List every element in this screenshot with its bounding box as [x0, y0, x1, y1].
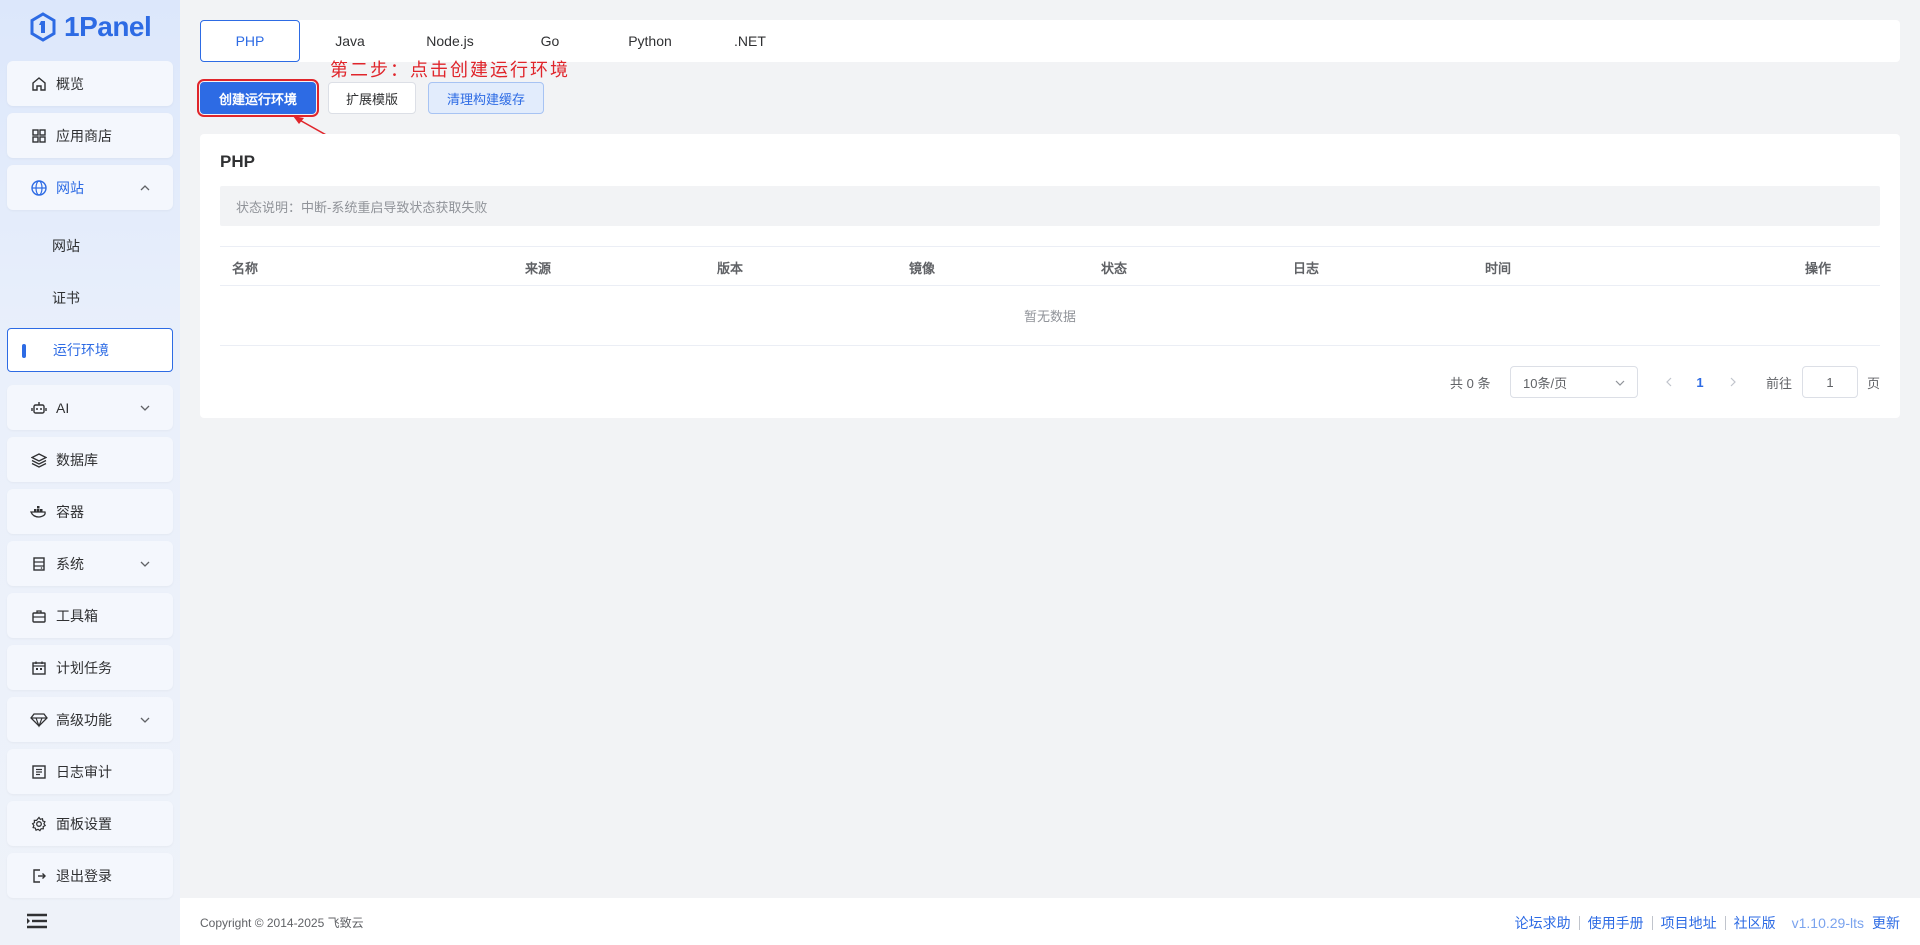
grid-icon	[30, 127, 48, 145]
sidebar-subitem-certificate[interactable]: 证书	[7, 276, 173, 320]
sidebar-item-label: 面板设置	[56, 815, 112, 832]
sidebar-item-cronjob[interactable]: 计划任务	[7, 645, 173, 690]
chevron-down-icon	[1615, 380, 1625, 386]
logo[interactable]: 1Panel	[28, 10, 152, 44]
sidebar-item-label: 网站	[56, 179, 84, 196]
sidebar-subitem-runtime[interactable]: 运行环境	[7, 328, 173, 372]
sidebar-item-logout[interactable]: 退出登录	[7, 853, 173, 898]
sidebar-item-label: 数据库	[56, 451, 98, 468]
chevron-left-icon	[1666, 377, 1672, 387]
sidebar-item-log-audit[interactable]: 日志审计	[7, 749, 173, 794]
sidebar-item-overview[interactable]: 概览	[7, 61, 173, 106]
sidebar-subitem-label: 运行环境	[53, 342, 109, 358]
annotation-text: 第二步：点击创建运行环境	[330, 60, 570, 81]
sidebar-item-app-store[interactable]: 应用商店	[7, 113, 173, 158]
clean-build-cache-button[interactable]: 清理构建缓存	[428, 82, 544, 114]
column-header-name[interactable]: 名称	[232, 247, 258, 287]
server-icon	[30, 555, 48, 573]
footer: Copyright © 2014-2025 飞致云 论坛求助 使用手册 项目地址…	[180, 898, 1920, 945]
log-icon	[30, 763, 48, 781]
sidebar-item-label: 概览	[56, 75, 84, 92]
update-link[interactable]: 更新	[1872, 913, 1900, 933]
forum-link[interactable]: 论坛求助	[1507, 916, 1580, 930]
runtime-panel: PHP 状态说明：中断-系统重启导致状态获取失败 名称 来源 版本 镜像 状态 …	[200, 134, 1900, 418]
page-size-value: 10条/页	[1523, 375, 1568, 391]
page-suffix: 页	[1867, 375, 1881, 391]
sidebar-item-label: 工具箱	[56, 607, 98, 624]
logo-icon	[30, 12, 56, 42]
layers-icon	[30, 451, 48, 469]
robot-icon	[30, 399, 48, 417]
empty-state: 暂无数据	[220, 286, 1880, 346]
chevron-down-icon	[140, 717, 150, 723]
sidebar-item-label: AI	[56, 399, 70, 416]
diamond-icon	[30, 711, 48, 729]
goto-page-input[interactable]: 1	[1802, 366, 1858, 398]
sidebar-item-system[interactable]: 系统	[7, 541, 173, 586]
sidebar-item-settings[interactable]: 面板设置	[7, 801, 173, 846]
column-header-status[interactable]: 状态	[1101, 247, 1127, 287]
version-text: v1.10.29-lts	[1791, 915, 1864, 931]
chevron-up-icon	[140, 184, 150, 190]
sidebar-item-label: 应用商店	[56, 127, 112, 144]
chevron-down-icon	[140, 405, 150, 411]
page-size-select[interactable]: 10条/页	[1510, 366, 1638, 398]
copyright: Copyright © 2014-2025 飞致云	[200, 916, 364, 930]
column-header-actions: 操作	[1805, 260, 1832, 276]
column-header-source[interactable]: 来源	[525, 247, 551, 287]
home-icon	[30, 75, 48, 93]
edition-link[interactable]: 社区版	[1726, 916, 1784, 930]
globe-icon	[30, 179, 48, 197]
column-header-version[interactable]: 版本	[717, 247, 743, 287]
sidebar-item-website[interactable]: 网站	[7, 165, 173, 210]
panel-title: PHP	[220, 152, 255, 171]
sidebar-item-label: 计划任务	[56, 659, 112, 676]
sidebar-item-ai[interactable]: AI	[7, 385, 173, 430]
logout-icon	[30, 867, 48, 885]
tab-python[interactable]: Python	[600, 20, 700, 62]
sidebar-item-label: 系统	[56, 555, 84, 572]
sidebar-subitem-label: 证书	[52, 290, 80, 306]
tab-dotnet[interactable]: .NET	[700, 20, 800, 62]
sidebar-item-advanced[interactable]: 高级功能	[7, 697, 173, 742]
column-header-log[interactable]: 日志	[1293, 247, 1319, 287]
sidebar-item-label: 高级功能	[56, 711, 112, 728]
sidebar-item-toolbox[interactable]: 工具箱	[7, 593, 173, 638]
collapse-menu-icon[interactable]	[26, 912, 48, 930]
sidebar-item-label: 容器	[56, 503, 84, 520]
page-number-current[interactable]: 1	[1690, 366, 1710, 398]
project-link[interactable]: 项目地址	[1653, 916, 1726, 930]
footer-links: 论坛求助 使用手册 项目地址 社区版 v1.10.29-lts 更新	[1507, 913, 1900, 933]
prev-page-button[interactable]	[1659, 366, 1679, 398]
sidebar-item-database[interactable]: 数据库	[7, 437, 173, 482]
docker-icon	[30, 503, 48, 521]
next-page-button[interactable]	[1723, 366, 1743, 398]
sidebar-item-container[interactable]: 容器	[7, 489, 173, 534]
manual-link[interactable]: 使用手册	[1580, 916, 1653, 930]
logo-text: 1Panel	[64, 11, 152, 42]
sidebar: 1Panel 概览 应用商店 网站 网站 证书 运行环境 AI 数据库 容器 系…	[0, 0, 180, 945]
goto-label: 前往	[1766, 375, 1793, 391]
column-header-image[interactable]: 镜像	[909, 247, 935, 287]
sidebar-subitem-website[interactable]: 网站	[7, 224, 173, 268]
create-runtime-button[interactable]: 创建运行环境	[197, 79, 319, 117]
column-header-time[interactable]: 时间	[1485, 247, 1511, 287]
sidebar-subitem-label: 网站	[52, 238, 80, 254]
chevron-down-icon	[140, 561, 150, 567]
active-indicator	[22, 344, 26, 358]
sidebar-item-label: 日志审计	[56, 763, 112, 780]
calendar-icon	[30, 659, 48, 677]
sidebar-item-label: 退出登录	[56, 867, 112, 884]
pagination-total: 共 0 条	[1450, 375, 1491, 391]
tab-php[interactable]: PHP	[200, 20, 300, 62]
table-header: 名称 来源 版本 镜像 状态 日志 时间 操作	[220, 246, 1880, 286]
toolbox-icon	[30, 607, 48, 625]
extend-template-button[interactable]: 扩展模版	[328, 82, 416, 114]
status-note: 状态说明：中断-系统重启导致状态获取失败	[220, 186, 1880, 226]
gear-icon	[30, 815, 48, 833]
chevron-right-icon	[1730, 377, 1736, 387]
